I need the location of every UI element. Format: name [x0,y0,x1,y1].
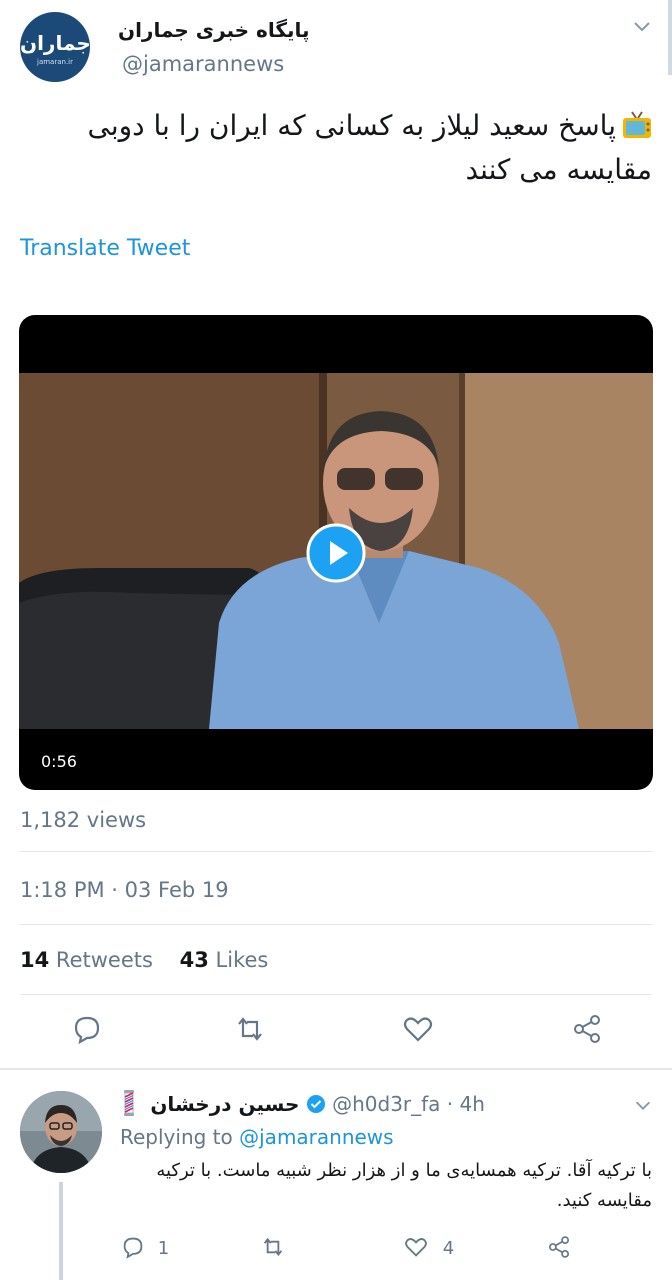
chevron-down-icon[interactable] [632,1094,654,1116]
share-icon[interactable] [570,1012,604,1046]
reply-like-count: 4 [442,1238,455,1259]
divider [20,851,652,852]
tweet-timestamp: 1:18 PM · 03 Feb 19 [20,878,229,902]
like-icon [405,1238,427,1257]
view-count: 1,182 views [20,808,147,832]
replying-handle[interactable]: @jamarannews [239,1125,393,1149]
video-duration: 0:56 [41,752,77,771]
like-icon[interactable] [401,1012,435,1046]
play-icon[interactable] [306,523,366,583]
author-avatar[interactable]: جماران jamaran.ir [20,12,90,82]
avatar-logo: جماران [20,31,90,55]
reply-handle[interactable]: @h0d3r_fa [332,1092,440,1116]
translate-tweet-link[interactable]: Translate Tweet [20,236,190,261]
reply-display-name[interactable]: حسین درخشان [150,1092,299,1116]
verified-icon [306,1095,325,1113]
reply-icon[interactable] [70,1012,104,1046]
avatar-logo-sub: jamaran.ir [37,58,73,66]
reply-reply-count: 1 [157,1238,170,1259]
replying-to: Replying to @jamarannews [120,1125,394,1149]
scrollbar[interactable] [668,0,672,75]
section-divider [0,1068,672,1070]
like-stat[interactable]: 43 Likes [180,948,269,972]
thread-line [59,1182,63,1280]
share-icon [548,1236,570,1258]
reply-avatar-photo [20,1091,102,1173]
barber-pole-icon [124,1090,134,1116]
reply-avatar[interactable] [20,1091,102,1173]
author-display-name[interactable]: پایگاه خبری جماران [118,18,310,42]
reply-share-action[interactable] [546,1234,572,1260]
tv-icon [623,111,651,138]
retweet-label: Retweets [55,948,153,972]
like-label: Likes [215,948,269,972]
tweet-text: پاسخ سعید لیلاز به کسانی که ایران را با … [20,104,652,192]
divider [20,994,652,995]
reply-text: با ترکیه آقا. ترکیه همسایه‌ی ما و از هزا… [156,1160,652,1211]
retweet-icon [263,1237,283,1257]
author-handle[interactable]: @jamarannews [122,52,284,76]
retweet-count: 14 [20,948,50,972]
chevron-down-icon[interactable] [630,14,654,38]
divider [20,924,652,925]
engagement-stats: 14 Retweets 43 Likes [20,948,268,972]
reply-action-bar: 1 4 [120,1234,652,1264]
replying-prefix: Replying to [120,1125,240,1149]
video-player[interactable]: 0:56 [19,315,653,790]
reply-header: حسین درخشان @h0d3r_fa · 4h [122,1090,485,1116]
retweet-stat[interactable]: 14 Retweets [20,948,153,972]
retweet-icon[interactable] [233,1012,267,1046]
tweet-text-content: پاسخ سعید لیلاز به کسانی که ایران را با … [87,109,652,186]
tweet-action-bar [20,1012,652,1052]
reply-icon [123,1237,143,1259]
reply-time: · 4h [446,1092,485,1116]
like-count: 43 [179,948,209,972]
reply-reply-action[interactable]: 1 [120,1234,169,1260]
reply-like-action[interactable]: 4 [403,1234,454,1260]
reply-retweet-action[interactable] [260,1234,286,1260]
